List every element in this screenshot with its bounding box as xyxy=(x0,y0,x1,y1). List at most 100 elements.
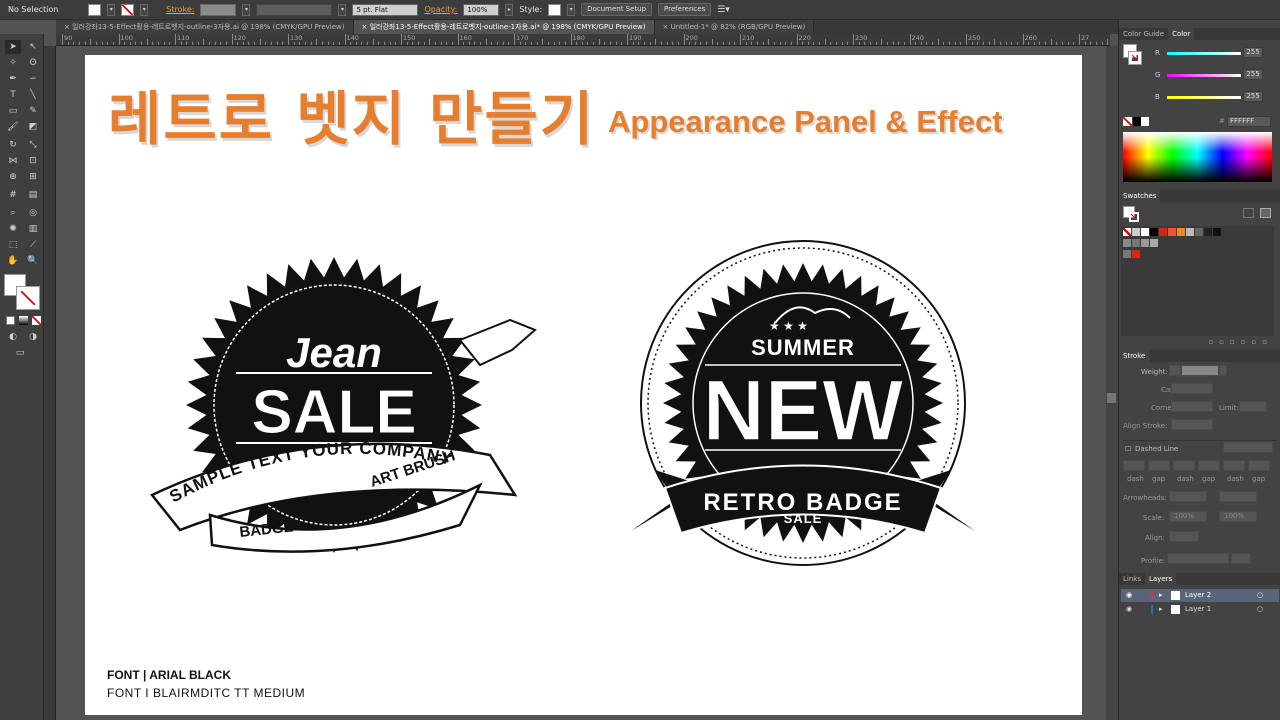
gradient-mode-icon[interactable] xyxy=(19,316,28,325)
stroke-weight-dropdown[interactable]: ▾ xyxy=(242,3,251,16)
fill-dropdown[interactable]: ▾ xyxy=(107,3,116,16)
weight-stepper[interactable] xyxy=(1169,365,1181,376)
draw-behind-icon[interactable]: ◑ xyxy=(25,330,41,344)
weight-dropdown[interactable] xyxy=(1219,365,1227,376)
align-stroke-buttons[interactable] xyxy=(1171,419,1213,430)
target-icon[interactable]: ○ xyxy=(1257,589,1263,602)
tab-color-guide[interactable]: Color Guide xyxy=(1119,28,1168,40)
swatch-stroke-preview[interactable] xyxy=(1129,212,1139,222)
free-transform-icon[interactable]: ⊡ xyxy=(25,154,41,168)
style-dropdown[interactable]: ▾ xyxy=(567,3,576,16)
color-stroke-preview[interactable] xyxy=(1128,51,1142,65)
rotate-tool-icon[interactable]: ↻ xyxy=(5,138,21,152)
b-slider[interactable] xyxy=(1167,96,1241,99)
arrow-align-buttons[interactable] xyxy=(1169,531,1199,542)
tab-swatches[interactable]: Swatches xyxy=(1119,190,1161,202)
grid-view-icon[interactable] xyxy=(1260,208,1271,218)
opacity-dropdown[interactable]: ▸ xyxy=(505,3,514,16)
corner-buttons[interactable] xyxy=(1171,401,1213,412)
screen-mode-icon[interactable]: ▭ xyxy=(12,346,28,360)
hex-field[interactable]: FFFFFF xyxy=(1227,116,1271,127)
zoom-tool-icon[interactable]: 🔍 xyxy=(25,254,41,268)
white-swatch[interactable] xyxy=(1141,117,1149,126)
document-tab-3[interactable]: × Untitled-1* @ 82% (RGB/GPU Preview) xyxy=(654,20,815,34)
list-view-icon[interactable] xyxy=(1243,208,1254,218)
color-spectrum[interactable] xyxy=(1123,132,1272,182)
opacity-label[interactable]: Opacity: xyxy=(424,5,457,14)
tab-links[interactable]: Links xyxy=(1119,573,1145,585)
pen-tool-icon[interactable]: ✒ xyxy=(5,72,21,86)
scale-field-1[interactable]: 100% xyxy=(1169,511,1207,522)
dash-gap-field[interactable] xyxy=(1223,460,1245,471)
hand-tool-icon[interactable]: ✋ xyxy=(5,254,21,268)
line-tool-icon[interactable]: ╲ xyxy=(25,88,41,102)
g-slider[interactable] xyxy=(1167,74,1241,77)
layer-row-1[interactable]: ◉ ▸ Layer 1 ○ xyxy=(1121,603,1279,616)
horizontal-ruler[interactable]: 90 100 110 120 130 140 150 160 170 180 190 200 210 22… xyxy=(56,34,1110,46)
none-mode-icon[interactable] xyxy=(32,316,41,325)
r-slider[interactable] xyxy=(1167,52,1241,55)
type-tool-icon[interactable]: T xyxy=(5,88,21,102)
stroke-swatch[interactable] xyxy=(121,3,135,16)
arrowhead-end[interactable] xyxy=(1219,491,1257,502)
scrollbar-thumb[interactable] xyxy=(1107,393,1116,403)
dash-gap-field[interactable] xyxy=(1123,460,1145,471)
r-value[interactable]: 255 xyxy=(1243,47,1263,58)
arrange-icon[interactable]: ☰▾ xyxy=(717,5,730,15)
magic-wand-icon[interactable]: ✧ xyxy=(5,56,21,70)
dash-align-buttons[interactable] xyxy=(1223,442,1273,453)
scale-tool-icon[interactable]: ⤡ xyxy=(25,138,41,152)
fill-swatch[interactable] xyxy=(88,3,102,16)
black-swatch[interactable] xyxy=(1133,117,1141,126)
cap-buttons[interactable] xyxy=(1171,383,1213,394)
pencil-tool-icon[interactable]: ✎ xyxy=(25,104,41,118)
stroke-label[interactable]: Stroke: xyxy=(166,5,194,14)
dash-gap-field[interactable] xyxy=(1173,460,1195,471)
rectangle-tool-icon[interactable]: ▭ xyxy=(5,104,21,118)
perspective-grid-icon[interactable]: ⊞ xyxy=(25,170,41,184)
slice-tool-icon[interactable]: ⟋ xyxy=(25,238,41,252)
tab-stroke[interactable]: Stroke xyxy=(1119,350,1150,362)
new-badge[interactable]: ★ ★ ★ SUMMER NEW RETRO BADGE SALE xyxy=(625,238,985,578)
stroke-dropdown[interactable]: ▾ xyxy=(140,3,149,16)
selection-tool-icon[interactable]: ➤ xyxy=(5,40,21,54)
stroke-weight-field[interactable] xyxy=(200,3,237,16)
draw-mode-icon[interactable]: ◐ xyxy=(5,330,21,344)
dashed-line-checkbox[interactable]: ☐ xyxy=(1125,445,1131,453)
dash-gap-field[interactable] xyxy=(1148,460,1170,471)
lasso-icon[interactable]: ʘ xyxy=(25,56,41,70)
width-tool-icon[interactable]: ⋈ xyxy=(5,154,21,168)
expand-arrow-icon[interactable]: ▸ xyxy=(1159,603,1163,616)
document-tab-2[interactable]: × 일러강좌13-5-Effect활용-레트로벳지-outline-1자용.ai… xyxy=(353,20,655,34)
document-tab-1[interactable]: × 일러강좌13-5-Effect활용-레트로벳지-outline-3자용.ai… xyxy=(56,20,354,34)
curvature-tool-icon[interactable]: ∽ xyxy=(25,72,41,86)
target-icon[interactable]: ○ xyxy=(1257,603,1263,616)
b-value[interactable]: 255 xyxy=(1243,91,1263,102)
g-value[interactable]: 255 xyxy=(1243,69,1263,80)
document-setup-button[interactable]: Document Setup xyxy=(581,3,653,16)
brush-definition[interactable]: 5 pt. Flat xyxy=(352,3,419,16)
dash-gap-field[interactable] xyxy=(1248,460,1270,471)
limit-field[interactable] xyxy=(1239,401,1267,412)
none-swatch[interactable] xyxy=(1123,117,1132,126)
paintbrush-tool-icon[interactable]: 🖌 xyxy=(5,120,21,134)
weight-field[interactable] xyxy=(1181,365,1219,376)
scale-field-2[interactable]: 100% xyxy=(1219,511,1257,522)
profile-dropdown[interactable] xyxy=(1167,553,1229,564)
shape-builder-icon[interactable]: ⊕ xyxy=(5,170,21,184)
swatch-grid[interactable] xyxy=(1121,226,1274,336)
tab-color[interactable]: Color xyxy=(1168,28,1195,40)
profile-flip-buttons[interactable] xyxy=(1231,553,1251,564)
arrowhead-start[interactable] xyxy=(1169,491,1207,502)
mesh-tool-icon[interactable]: # xyxy=(5,188,21,202)
blend-tool-icon[interactable]: ◎ xyxy=(25,206,41,220)
visibility-eye-icon[interactable]: ◉ xyxy=(1126,589,1132,602)
sale-badge[interactable]: Jean SALE ★ SAMPLE TEXT YOUR COMPANY BAD… xyxy=(140,255,540,555)
tab-layers[interactable]: Layers xyxy=(1144,573,1177,585)
preferences-button[interactable]: Preferences xyxy=(658,3,712,16)
gradient-tool-icon[interactable]: ▤ xyxy=(25,188,41,202)
profile-dropdown[interactable]: ▾ xyxy=(338,3,347,16)
visibility-eye-icon[interactable]: ◉ xyxy=(1126,603,1132,616)
dash-gap-field[interactable] xyxy=(1198,460,1220,471)
eraser-tool-icon[interactable]: ◩ xyxy=(25,120,41,134)
